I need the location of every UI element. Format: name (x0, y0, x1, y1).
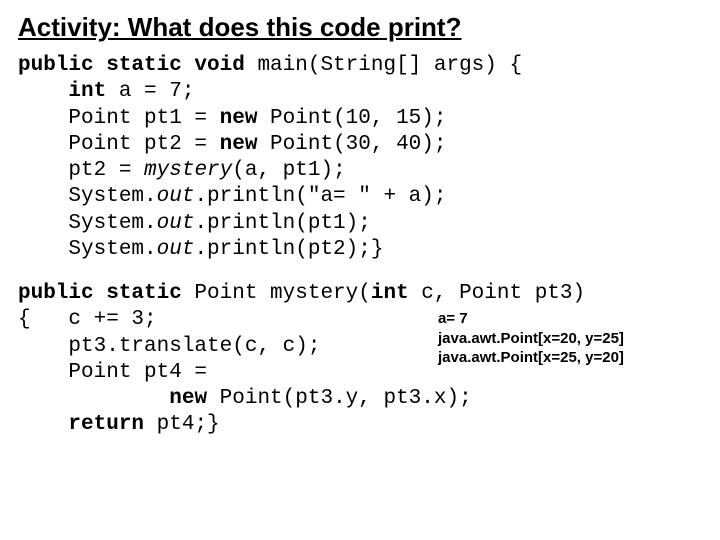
it-out1: out (157, 185, 195, 208)
m-l2: { c += 3; (18, 308, 157, 331)
l3c: Point(10, 15); (257, 107, 446, 130)
kw-int: int (68, 80, 106, 103)
m-sig-mid: Point mystery( (182, 282, 371, 305)
it-out3: out (157, 238, 195, 261)
l4a: Point pt2 = (18, 133, 220, 156)
kw-int2: int (371, 282, 409, 305)
m-l6c: pt4;} (144, 413, 220, 436)
l5a: pt2 = (18, 159, 144, 182)
m-l3: pt3.translate(c, c); (18, 335, 320, 358)
l8a: System. (18, 238, 157, 261)
l2b: a = 7; (106, 80, 194, 103)
m-l6a (18, 413, 68, 436)
output-line2: java.awt.Point[x=20, y=25] (438, 330, 624, 347)
output-line1: a= 7 (438, 310, 468, 327)
l4c: Point(30, 40); (257, 133, 446, 156)
kw-public-static-void: public static void (18, 54, 245, 77)
l7c: .println(pt1); (194, 212, 370, 235)
l7a: System. (18, 212, 157, 235)
kw-return: return (68, 413, 144, 436)
m-l4: Point pt4 = (18, 361, 207, 384)
it-mystery: mystery (144, 159, 232, 182)
main-sig-rest: main(String[] args) { (245, 54, 522, 77)
kw-new2: new (220, 133, 258, 156)
kw-new3: new (169, 387, 207, 410)
l5c: (a, pt1); (232, 159, 345, 182)
l6c: .println("a= " + a); (194, 185, 446, 208)
kw-new1: new (220, 107, 258, 130)
code-block-mystery: public static Point mystery(int c, Point… (18, 281, 702, 465)
m-l5a (18, 387, 169, 410)
kw-public-static: public static (18, 282, 182, 305)
l3a: Point pt1 = (18, 107, 220, 130)
it-out2: out (157, 212, 195, 235)
output-line3: java.awt.Point[x=25, y=20] (438, 349, 624, 366)
code-block-main: public static void main(String[] args) {… (18, 53, 702, 263)
slide-title: Activity: What does this code print? (18, 12, 702, 43)
m-l5c: Point(pt3.y, pt3.x); (207, 387, 472, 410)
program-output: a= 7 java.awt.Point[x=20, y=25] java.awt… (438, 309, 624, 368)
l8c: .println(pt2);} (194, 238, 383, 261)
m-sig-rest: c, Point pt3) (409, 282, 585, 305)
l6a: System. (18, 185, 157, 208)
